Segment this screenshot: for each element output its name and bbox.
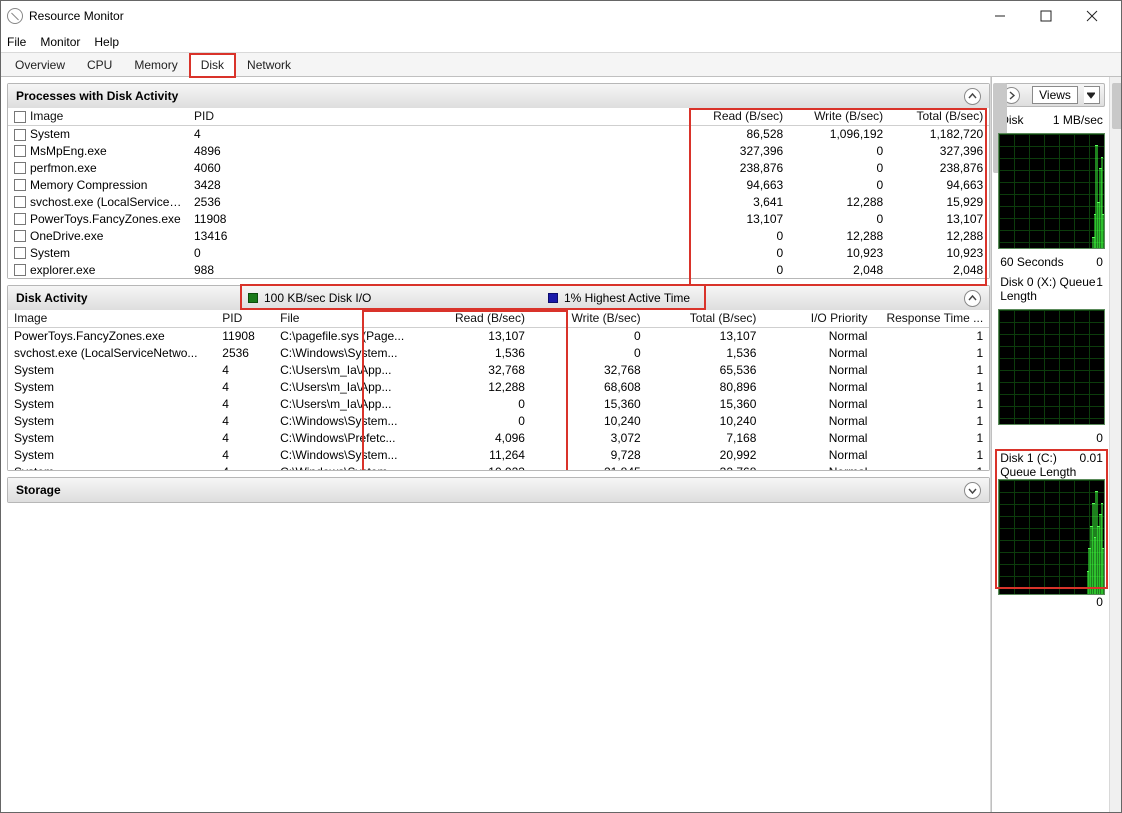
table-row[interactable]: System4C:\Users\m_Ia\App...12,28868,6088… bbox=[8, 378, 989, 395]
table-row[interactable]: System4C:\Windows\System...10,92321,8453… bbox=[8, 463, 989, 470]
section-storage-header[interactable]: Storage bbox=[8, 478, 989, 502]
checkbox-icon[interactable] bbox=[14, 196, 26, 208]
checkbox-icon[interactable] bbox=[14, 230, 26, 242]
col-total[interactable]: Total (B/sec) bbox=[647, 310, 763, 327]
checkbox-icon[interactable] bbox=[14, 247, 26, 259]
table-row[interactable]: System4C:\Users\m_Ia\App...32,76832,7686… bbox=[8, 361, 989, 378]
section-storage-title: Storage bbox=[16, 483, 61, 497]
checkbox-icon[interactable] bbox=[14, 129, 26, 141]
table-row[interactable]: System4C:\Windows\System...010,24010,240… bbox=[8, 412, 989, 429]
titlebar[interactable]: Resource Monitor bbox=[1, 1, 1121, 31]
disk-activity-table[interactable]: Image PID File Read (B/sec) Write (B/sec… bbox=[8, 310, 989, 470]
app-icon bbox=[7, 8, 23, 24]
table-row[interactable]: perfmon.exe4060238,8760238,876 bbox=[8, 159, 989, 176]
graph2-title: Disk 0 (X:) Queue Length bbox=[1000, 275, 1096, 303]
views-dropdown-icon[interactable] bbox=[1084, 86, 1100, 104]
section-processes: Processes with Disk Activity Image PID R… bbox=[7, 83, 990, 279]
main-pane: Processes with Disk Activity Image PID R… bbox=[1, 77, 990, 812]
graph3-scale: 0.01 bbox=[1080, 451, 1103, 479]
menu-monitor[interactable]: Monitor bbox=[40, 35, 80, 49]
table-row[interactable]: System486,5281,096,1921,182,720 bbox=[8, 125, 989, 142]
graph2-scale: 1 bbox=[1096, 275, 1103, 303]
tab-memory[interactable]: Memory bbox=[124, 55, 187, 76]
table-row[interactable]: MsMpEng.exe4896327,3960327,396 bbox=[8, 142, 989, 159]
chevron-up-icon[interactable] bbox=[964, 88, 981, 105]
col-response[interactable]: Response Time ... bbox=[873, 310, 989, 327]
table-row[interactable]: System4C:\Windows\Prefetc...4,0963,0727,… bbox=[8, 429, 989, 446]
checkbox-icon[interactable] bbox=[14, 111, 26, 123]
col-image: Image bbox=[8, 108, 188, 125]
table-row[interactable]: svchost.exe (LocalServiceNet...25363,641… bbox=[8, 193, 989, 210]
table-row[interactable]: svchost.exe (LocalServiceNetwo...2536C:\… bbox=[8, 344, 989, 361]
col-read[interactable]: Read (B/sec) bbox=[689, 108, 789, 125]
tab-overview[interactable]: Overview bbox=[5, 55, 75, 76]
graph3-axis-right: 0 bbox=[1096, 595, 1103, 609]
side-header: Views bbox=[998, 83, 1105, 107]
table-row[interactable]: System4C:\Windows\System...11,2649,72820… bbox=[8, 446, 989, 463]
chevron-down-icon[interactable] bbox=[964, 482, 981, 499]
tabbar: Overview CPU Memory Disk Network bbox=[1, 53, 1121, 77]
views-button[interactable]: Views bbox=[1032, 86, 1078, 104]
maximize-button[interactable] bbox=[1023, 1, 1069, 31]
graph-disk1-queue bbox=[998, 479, 1105, 595]
side-pane: Views Disk1 MB/sec 60 Seconds0 Disk 0 (X… bbox=[991, 77, 1121, 812]
section-disk-activity-header[interactable]: Disk Activity 100 KB/sec Disk I/O 1% Hig… bbox=[8, 286, 989, 310]
checkbox-icon[interactable] bbox=[14, 162, 26, 174]
table-row[interactable]: PowerToys.FancyZones.exe1190813,107013,1… bbox=[8, 210, 989, 227]
col-write[interactable]: Write (B/sec) bbox=[789, 108, 889, 125]
table-row[interactable]: PowerToys.FancyZones.exe11908C:\pagefile… bbox=[8, 327, 989, 344]
col-read[interactable]: Read (B/sec) bbox=[415, 310, 531, 327]
checkbox-icon[interactable] bbox=[14, 213, 26, 225]
checkbox-icon[interactable] bbox=[14, 145, 26, 157]
graph-disk0-queue bbox=[998, 309, 1105, 425]
tab-network[interactable]: Network bbox=[237, 55, 301, 76]
table-row[interactable]: System0010,92310,923 bbox=[8, 244, 989, 261]
window-title: Resource Monitor bbox=[29, 9, 124, 23]
checkbox-icon[interactable] bbox=[14, 179, 26, 191]
graph1-axis-right: 0 bbox=[1096, 255, 1103, 269]
table-row[interactable]: Memory Compression342894,663094,663 bbox=[8, 176, 989, 193]
close-button[interactable] bbox=[1069, 1, 1115, 31]
square-blue-icon bbox=[548, 293, 558, 303]
col-file[interactable]: File bbox=[274, 310, 415, 327]
tab-cpu[interactable]: CPU bbox=[77, 55, 122, 76]
processes-table[interactable]: Image PID Read (B/sec) Write (B/sec) Tot… bbox=[8, 108, 989, 278]
minimize-button[interactable] bbox=[977, 1, 1023, 31]
section-disk-activity-title: Disk Activity bbox=[16, 291, 88, 305]
app-window: Resource Monitor File Monitor Help Overv… bbox=[0, 0, 1122, 813]
col-write[interactable]: Write (B/sec) bbox=[531, 310, 647, 327]
chevron-up-icon[interactable] bbox=[964, 290, 981, 307]
checkbox-icon[interactable] bbox=[14, 264, 26, 276]
table-row[interactable]: System4C:\Users\m_Ia\App...015,36015,360… bbox=[8, 395, 989, 412]
col-total[interactable]: Total (B/sec) bbox=[889, 108, 989, 125]
graph1-axis-left: 60 Seconds bbox=[1000, 255, 1063, 269]
col-priority[interactable]: I/O Priority bbox=[762, 310, 873, 327]
section-storage: Storage bbox=[7, 477, 990, 503]
col-pid[interactable]: PID bbox=[216, 310, 274, 327]
legend-activetime: 1% Highest Active Time bbox=[548, 291, 690, 305]
col-image[interactable]: Image bbox=[8, 310, 216, 327]
section-processes-title: Processes with Disk Activity bbox=[16, 89, 178, 103]
col-pid[interactable]: PID bbox=[188, 108, 248, 125]
legend-diskio: 100 KB/sec Disk I/O bbox=[248, 291, 371, 305]
tab-disk[interactable]: Disk bbox=[190, 54, 235, 77]
graph-disk bbox=[998, 133, 1105, 249]
menubar: File Monitor Help bbox=[1, 31, 1121, 53]
section-processes-header[interactable]: Processes with Disk Activity bbox=[8, 84, 989, 108]
table-row[interactable]: explorer.exe98802,0482,048 bbox=[8, 261, 989, 278]
menu-file[interactable]: File bbox=[7, 35, 26, 49]
table-row[interactable]: OneDrive.exe13416012,28812,288 bbox=[8, 227, 989, 244]
main-scrollbar[interactable] bbox=[990, 77, 991, 812]
graph3-title: Disk 1 (C:) Queue Length bbox=[1000, 451, 1079, 479]
section-disk-activity: Disk Activity 100 KB/sec Disk I/O 1% Hig… bbox=[7, 285, 990, 471]
side-scrollbar[interactable] bbox=[1109, 77, 1121, 812]
menu-help[interactable]: Help bbox=[94, 35, 119, 49]
square-green-icon bbox=[248, 293, 258, 303]
graph2-axis-right: 0 bbox=[1096, 431, 1103, 445]
graph1-scale: 1 MB/sec bbox=[1053, 113, 1103, 127]
